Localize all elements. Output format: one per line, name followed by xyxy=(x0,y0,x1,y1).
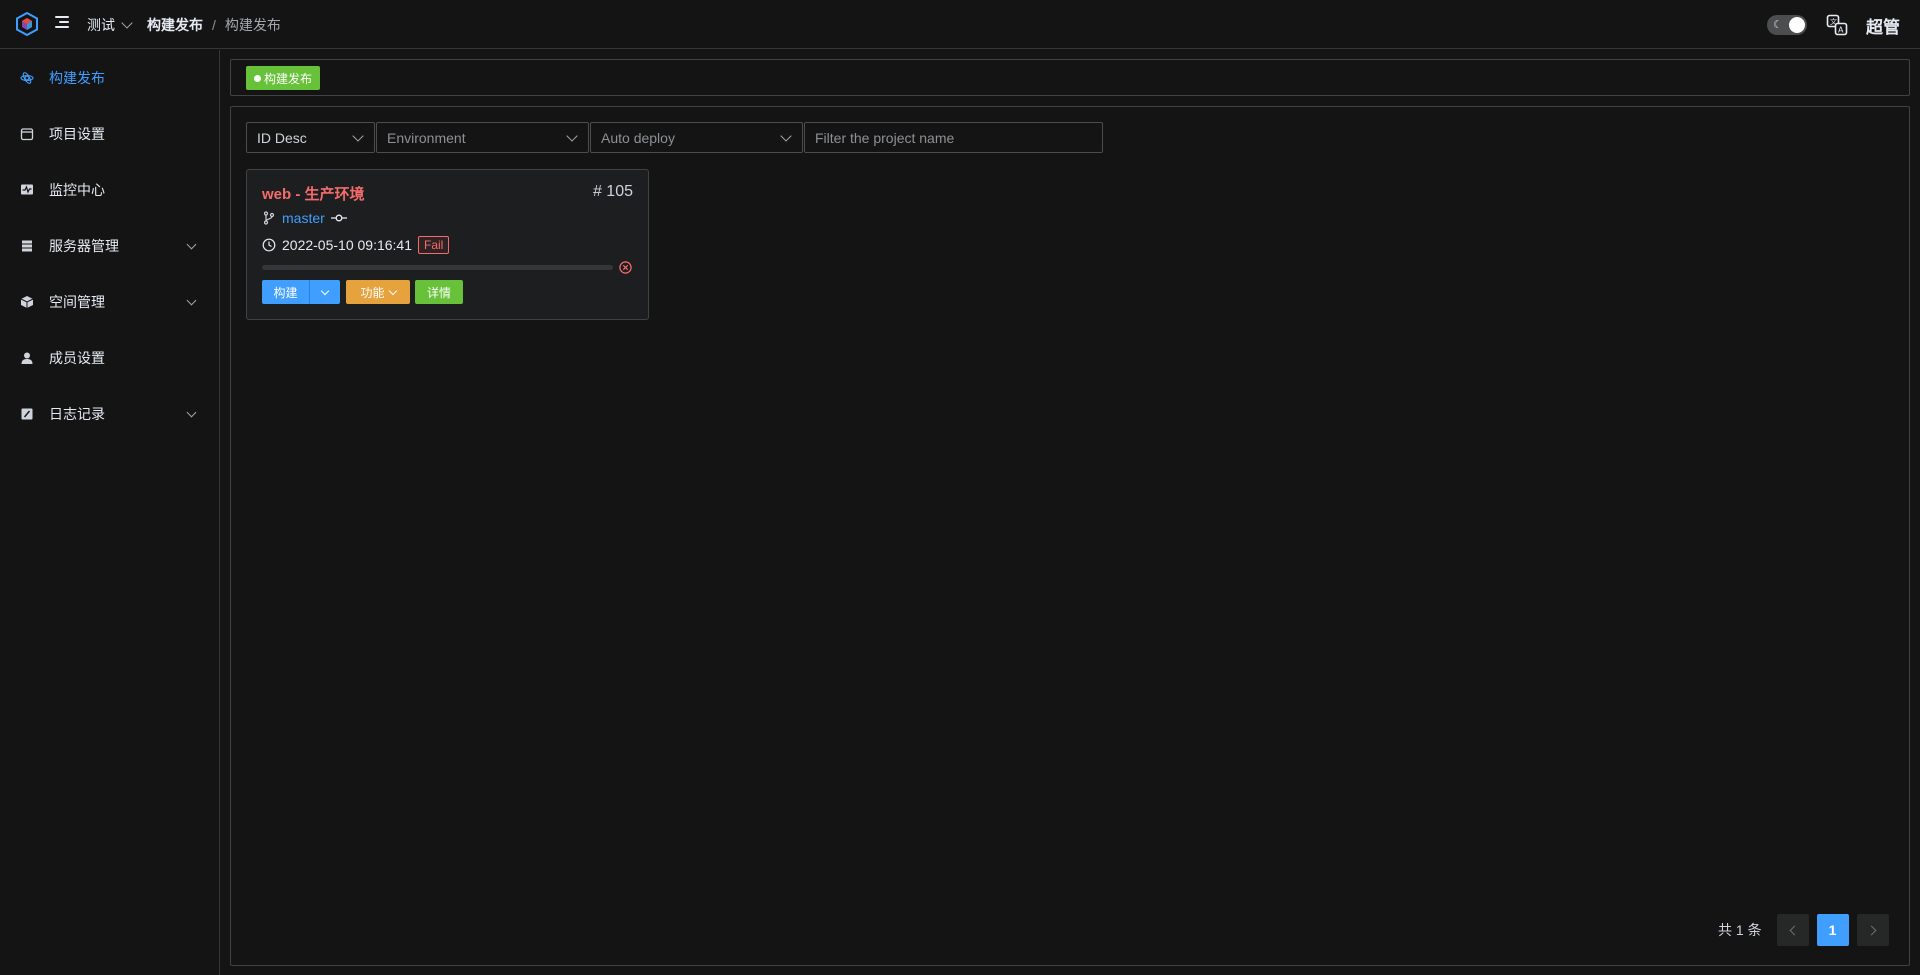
top-header: 测试 构建发布 / 构建发布 ☾ 文 A 超管 xyxy=(0,0,1920,49)
chevron-right-icon xyxy=(1866,925,1877,935)
breadcrumb: 构建发布 / 构建发布 xyxy=(147,15,281,35)
sidebar-item-label: 项目设置 xyxy=(49,126,105,142)
sidebar-item-label: 服务器管理 xyxy=(49,238,119,254)
tags-view-bar: 构建发布 xyxy=(230,59,1910,96)
project-name-search-input[interactable] xyxy=(804,122,1103,153)
sidebar-item-monitor[interactable]: 监控中心 xyxy=(0,162,219,218)
project-icon xyxy=(20,127,34,141)
build-time: 2022-05-10 09:16:41 xyxy=(282,237,412,253)
namespace-icon xyxy=(20,295,34,309)
app-logo-icon[interactable] xyxy=(16,12,38,36)
server-icon xyxy=(20,239,34,253)
build-dropdown-button[interactable] xyxy=(309,280,340,304)
status-badge: Fail xyxy=(418,236,450,254)
function-dropdown-button[interactable]: 功能 xyxy=(346,280,410,304)
prev-page-button[interactable] xyxy=(1776,914,1809,946)
detail-button[interactable]: 详情 xyxy=(415,280,463,304)
chevron-down-icon xyxy=(320,286,330,295)
project-card: web - 生产环境 # 105 master 2022-05-10 09:16… xyxy=(246,169,649,320)
pagination: 共 1 条 1 xyxy=(1718,914,1889,946)
sort-select[interactable]: ID Desc xyxy=(246,122,375,153)
branch-link[interactable]: master xyxy=(282,210,325,226)
sort-select-value: ID Desc xyxy=(257,129,307,146)
chevron-down-icon xyxy=(566,130,578,142)
moon-icon: ☾ xyxy=(1773,19,1783,31)
auto-deploy-select-placeholder: Auto deploy xyxy=(601,129,675,146)
build-progress-bar xyxy=(262,265,613,270)
member-icon xyxy=(20,351,34,365)
build-split-button: 构建 xyxy=(262,280,340,304)
project-title[interactable]: web - 生产环境 xyxy=(262,183,365,204)
branch-row: master xyxy=(262,210,347,226)
circle-close-icon xyxy=(619,261,632,274)
chevron-down-icon xyxy=(186,407,197,418)
commit-icon[interactable] xyxy=(330,213,347,223)
language-switch-icon[interactable]: 文 A xyxy=(1826,14,1848,36)
sidebar-item-namespace[interactable]: 空间管理 xyxy=(0,274,219,330)
pagination-total: 共 1 条 xyxy=(1718,922,1762,938)
breadcrumb-separator: / xyxy=(212,17,216,33)
workspace-select[interactable]: 测试 xyxy=(87,15,133,35)
git-branch-icon xyxy=(263,211,275,225)
sidebar-item-server[interactable]: 服务器管理 xyxy=(0,218,219,274)
project-id: # 105 xyxy=(592,183,633,200)
chevron-down-icon xyxy=(121,17,133,29)
user-menu[interactable]: 超管 xyxy=(1866,13,1900,38)
menu-toggle-icon[interactable] xyxy=(55,16,71,32)
chevron-down-icon xyxy=(186,239,197,250)
toggle-knob xyxy=(1789,17,1805,33)
sidebar: 构建发布 项目设置 监控中心 服务器管理 空间管理 成员设置 日志记录 xyxy=(0,50,220,975)
sidebar-item-log[interactable]: 日志记录 xyxy=(0,386,219,442)
sidebar-item-label: 成员设置 xyxy=(49,350,105,366)
tag-label: 构建发布 xyxy=(264,71,313,86)
sidebar-item-build[interactable]: 构建发布 xyxy=(0,50,219,106)
chevron-down-icon xyxy=(780,130,792,142)
sidebar-item-label: 构建发布 xyxy=(49,70,105,86)
build-time-row: 2022-05-10 09:16:41 Fail xyxy=(262,236,450,254)
build-button[interactable]: 构建 xyxy=(262,280,309,304)
next-page-button[interactable] xyxy=(1856,914,1889,946)
environment-select[interactable]: Environment xyxy=(376,122,589,153)
sidebar-item-member[interactable]: 成员设置 xyxy=(0,330,219,386)
chevron-down-icon xyxy=(388,286,397,295)
function-button-label: 功能 xyxy=(360,285,385,300)
clock-icon xyxy=(262,238,276,252)
tag-build[interactable]: 构建发布 xyxy=(246,66,321,90)
sidebar-item-label: 监控中心 xyxy=(49,182,105,198)
build-icon xyxy=(20,71,34,85)
active-dot-icon xyxy=(254,74,261,82)
environment-select-placeholder: Environment xyxy=(387,129,466,146)
chevron-down-icon xyxy=(186,295,197,306)
svg-text:A: A xyxy=(1838,26,1844,35)
page-number-button[interactable]: 1 xyxy=(1816,914,1849,946)
chevron-left-icon xyxy=(1789,925,1800,935)
dark-mode-toggle[interactable]: ☾ xyxy=(1767,15,1807,35)
card-actions: 构建 功能 详情 xyxy=(262,280,463,304)
auto-deploy-select[interactable]: Auto deploy xyxy=(590,122,803,153)
main-panel: ID Desc Environment Auto deploy web - 生产… xyxy=(230,106,1910,966)
sidebar-item-label: 日志记录 xyxy=(49,406,105,422)
svg-text:文: 文 xyxy=(1830,17,1837,26)
chevron-down-icon xyxy=(352,130,364,142)
breadcrumb-item-current: 构建发布 xyxy=(224,17,281,33)
monitor-icon xyxy=(20,183,34,197)
sidebar-item-label: 空间管理 xyxy=(49,294,105,310)
log-icon xyxy=(20,407,34,421)
sidebar-item-project[interactable]: 项目设置 xyxy=(0,106,219,162)
workspace-name: 测试 xyxy=(87,17,115,33)
breadcrumb-item-parent[interactable]: 构建发布 xyxy=(147,15,203,35)
